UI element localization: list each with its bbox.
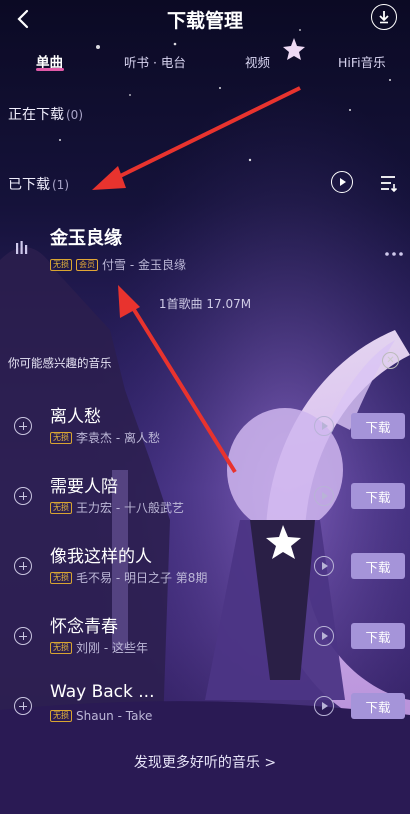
downloading-count: (0) xyxy=(66,108,83,122)
play-preview-icon[interactable] xyxy=(314,696,334,716)
active-tab-indicator xyxy=(36,68,64,71)
lossless-tag: 无损 xyxy=(50,571,72,584)
discover-more-link[interactable]: 发现更多好听的音乐 > xyxy=(0,752,410,772)
play-preview-icon[interactable] xyxy=(314,486,334,506)
downloaded-count: (1) xyxy=(52,178,69,192)
song-artist-album: 付雪 - 金玉良缘 xyxy=(102,258,186,272)
download-button[interactable]: 下载 xyxy=(351,693,405,719)
song-title: 金玉良缘 xyxy=(50,228,122,249)
tab-audiobook-radio[interactable]: 听书 · 电台 xyxy=(124,52,186,71)
downloading-section[interactable]: 正在下载 (0) xyxy=(8,104,83,124)
play-preview-icon[interactable] xyxy=(314,626,334,646)
page-title: 下载管理 xyxy=(166,10,243,32)
add-icon[interactable] xyxy=(14,487,32,505)
recommend-row[interactable]: 像我这样的人 无损 毛不易 - 明日之子 第8期 下载 xyxy=(0,540,410,610)
rec-artist: 王力宏 - 十八般武艺 xyxy=(76,501,184,515)
downloading-label: 正在下载 xyxy=(8,107,64,123)
lossless-tag: 无损 xyxy=(50,641,72,654)
sort-list-icon xyxy=(381,176,398,193)
rec-artist: 毛不易 - 明日之子 第8期 xyxy=(76,571,208,585)
play-preview-icon[interactable] xyxy=(314,416,334,436)
recommend-heading: 你可能感兴趣的音乐 xyxy=(8,356,112,370)
rec-title: Way Back ... xyxy=(50,682,155,702)
downloaded-label: 已下载 xyxy=(8,177,50,193)
tab-video[interactable]: 视频 xyxy=(245,52,270,71)
download-circle-icon xyxy=(379,11,389,24)
lossless-tag: 无损 xyxy=(50,710,72,722)
rec-artist: 李袁杰 - 离人愁 xyxy=(76,431,160,445)
rec-meta: 无损 Shaun - Take xyxy=(50,709,152,723)
vip-tag: 会员 xyxy=(76,258,98,271)
rec-title: 离人愁 xyxy=(50,407,101,427)
close-icon: ✕ xyxy=(386,355,395,366)
play-preview-icon[interactable] xyxy=(314,556,334,576)
rec-artist: Shaun - Take xyxy=(76,709,153,723)
add-icon[interactable] xyxy=(14,627,32,645)
downloaded-section[interactable]: 已下载 (1) xyxy=(8,174,69,194)
recommend-row[interactable]: 离人愁 无损 李袁杰 - 离人愁 下载 xyxy=(0,400,410,470)
recommend-row[interactable]: 需要人陪 无损 王力宏 - 十八般武艺 下载 xyxy=(0,470,410,540)
more-dots-icon xyxy=(385,252,403,256)
rec-title: 像我这样的人 xyxy=(50,547,152,567)
tab-hifi[interactable]: HiFi音乐 xyxy=(338,52,386,71)
add-icon[interactable] xyxy=(14,557,32,575)
play-all-button[interactable] xyxy=(331,171,353,193)
add-icon[interactable] xyxy=(14,417,32,435)
play-icon xyxy=(340,178,346,186)
sort-button[interactable] xyxy=(378,172,400,194)
lossless-tag: 无损 xyxy=(50,501,72,514)
song-meta: 无损 会员 付雪 - 金玉良缘 xyxy=(50,256,350,273)
rec-meta: 无损 刘刚 - 这些年 xyxy=(50,639,148,656)
download-center-button[interactable] xyxy=(371,4,397,30)
rec-meta: 无损 毛不易 - 明日之子 第8期 xyxy=(50,569,207,586)
recommend-row[interactable]: Way Back ... 无损 Shaun - Take 下载 xyxy=(0,680,410,750)
recommend-row[interactable]: 怀念青春 无损 刘刚 - 这些年 下载 xyxy=(0,610,410,680)
more-options-button[interactable] xyxy=(384,242,404,256)
rec-title: 需要人陪 xyxy=(50,477,118,497)
rec-meta: 无损 王力宏 - 十八般武艺 xyxy=(50,499,184,516)
download-button[interactable]: 下载 xyxy=(351,553,405,579)
download-button[interactable]: 下载 xyxy=(351,413,405,439)
download-button[interactable]: 下载 xyxy=(351,483,405,509)
add-icon[interactable] xyxy=(14,697,32,715)
lossless-tag: 无损 xyxy=(50,431,72,444)
lossless-tag: 无损 xyxy=(50,258,72,271)
rec-meta: 无损 李袁杰 - 离人愁 xyxy=(50,429,160,446)
download-button[interactable]: 下载 xyxy=(351,623,405,649)
rec-title: 怀念青春 xyxy=(50,617,118,637)
download-summary: 1首歌曲 17.07M xyxy=(158,297,252,311)
downloaded-song-row[interactable]: 金玉良缘 无损 会员 付雪 - 金玉良缘 xyxy=(50,224,350,274)
close-recommend-button[interactable]: ✕ xyxy=(382,352,399,369)
rec-artist: 刘刚 - 这些年 xyxy=(76,641,148,655)
playing-bars-icon xyxy=(15,240,29,254)
